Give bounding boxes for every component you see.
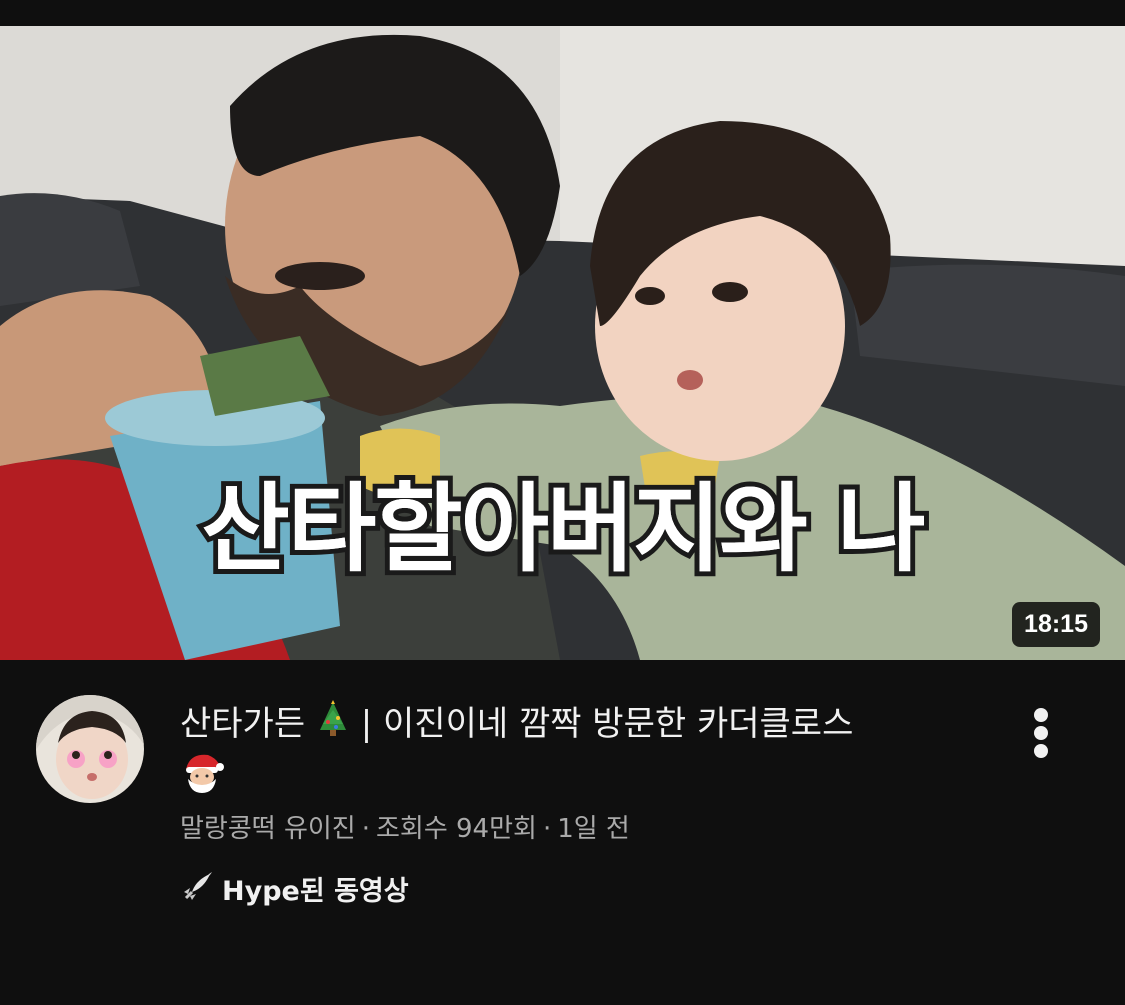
more-vertical-icon — [1034, 726, 1048, 740]
separator-dot: · — [542, 814, 552, 844]
duration-badge: 18:15 — [1012, 602, 1100, 647]
hype-badge[interactable]: Hype된 동영상 — [180, 870, 409, 914]
video-card: 산타할아버지와 나 산타할아버지와 나 18:15 산타가든 | 이진이네 깜짝… — [0, 0, 1125, 1005]
santa-icon — [180, 751, 224, 808]
view-count: 조회수 94만회 — [375, 814, 537, 844]
more-options-button[interactable] — [1022, 708, 1062, 758]
upload-age: 1일 전 — [557, 814, 630, 844]
channel-name[interactable]: 말랑콩떡 유이진 — [180, 814, 356, 844]
thumbnail-overlay-text: 산타할아버지와 나 산타할아버지와 나 — [197, 473, 931, 585]
video-title-part2: | 이진이네 깜짝 방문한 카더클로스 — [360, 704, 854, 744]
video-title[interactable]: 산타가든 | 이진이네 깜짝 방문한 카더클로스 — [180, 700, 980, 808]
separator-dot: · — [361, 814, 370, 844]
video-thumbnail[interactable]: 산타할아버지와 나 산타할아버지와 나 18:15 — [0, 26, 1125, 660]
video-submeta: 말랑콩떡 유이진 · 조회수 94만회 · 1일 전 — [180, 812, 630, 846]
video-meta: 산타가든 | 이진이네 깜짝 방문한 카더클로스 말랑콩떡 유이진 · 조회수 … — [0, 660, 1125, 1005]
hype-label: Hype된 동영상 — [222, 876, 409, 907]
video-title-part1: 산타가든 — [180, 704, 306, 744]
top-bar — [0, 0, 1125, 26]
christmas-tree-icon — [316, 700, 350, 751]
avatar-image — [36, 695, 144, 803]
channel-avatar[interactable] — [36, 695, 144, 803]
rocket-icon — [180, 870, 214, 914]
more-vertical-icon — [1034, 708, 1048, 722]
more-vertical-icon — [1034, 744, 1048, 758]
